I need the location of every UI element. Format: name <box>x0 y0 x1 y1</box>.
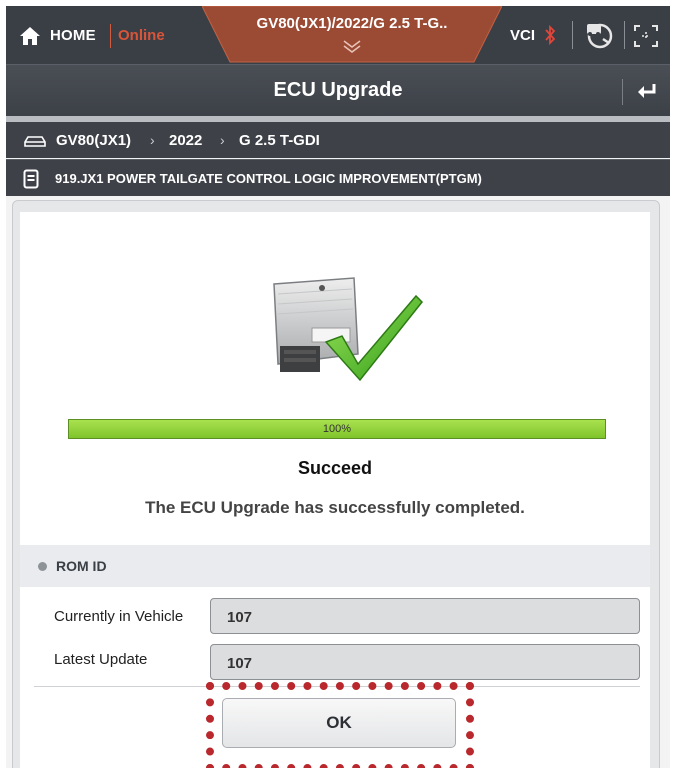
current-version-value: 107 <box>227 609 253 626</box>
latest-update-value: 107 <box>227 655 253 672</box>
page-title: ECU Upgrade <box>273 79 403 101</box>
car-connect-icon[interactable] <box>583 19 615 51</box>
chevron-down-icon <box>343 40 361 53</box>
breadcrumb-engine[interactable]: G 2.5 T-GDI <box>239 132 320 149</box>
car-icon <box>24 136 46 147</box>
rom-id-header: ROM ID <box>20 545 650 587</box>
latest-update-field: 107 <box>210 644 640 680</box>
rom-id-label: ROM ID <box>56 558 107 574</box>
back-icon[interactable] <box>636 82 658 102</box>
breadcrumb: GV80(JX1) › 2022 › G 2.5 T-GDI <box>6 122 670 158</box>
divider <box>110 24 111 48</box>
divider <box>572 21 573 49</box>
home-icon[interactable] <box>19 26 41 46</box>
breadcrumb-separator-icon: › <box>220 132 225 148</box>
ecu-success-icon <box>273 277 424 382</box>
vehicle-selector-tab[interactable]: GV80(JX1)/2022/G 2.5 T-G.. <box>202 6 502 64</box>
breadcrumb-separator-icon: › <box>150 132 155 148</box>
current-version-field: 107 <box>210 598 640 634</box>
update-title: 919.JX1 POWER TAILGATE CONTROL LOGIC IMP… <box>55 171 482 186</box>
divider <box>622 79 623 105</box>
latest-update-label: Latest Update <box>54 651 148 668</box>
status-bar: HOME Online GV80(JX1)/2022/G 2.5 T-G.. V… <box>6 6 670 64</box>
vci-label: VCI <box>510 27 536 44</box>
bullet-icon <box>38 562 47 571</box>
result-status: Succeed <box>297 458 373 478</box>
progress-percent: 100% <box>322 423 352 435</box>
ok-button-highlight <box>206 682 474 768</box>
breadcrumb-model[interactable]: GV80(JX1) <box>56 132 131 149</box>
result-message: The ECU Upgrade has successfully complet… <box>145 498 525 517</box>
vehicle-tab-label: GV80(JX1)/2022/G 2.5 T-G.. <box>256 15 448 32</box>
current-version-label: Currently in Vehicle <box>54 608 184 625</box>
home-label[interactable]: HOME <box>50 27 96 44</box>
document-icon <box>23 169 39 189</box>
divider <box>624 21 625 49</box>
update-info-bar: 919.JX1 POWER TAILGATE CONTROL LOGIC IMP… <box>6 159 670 196</box>
bluetooth-icon <box>545 24 556 46</box>
breadcrumb-year[interactable]: 2022 <box>169 132 202 149</box>
online-status: Online <box>118 27 165 44</box>
screen-capture-icon[interactable] <box>633 24 659 48</box>
title-bar: ECU Upgrade <box>6 64 670 116</box>
upgrade-progress-bar: 100% <box>68 419 606 439</box>
